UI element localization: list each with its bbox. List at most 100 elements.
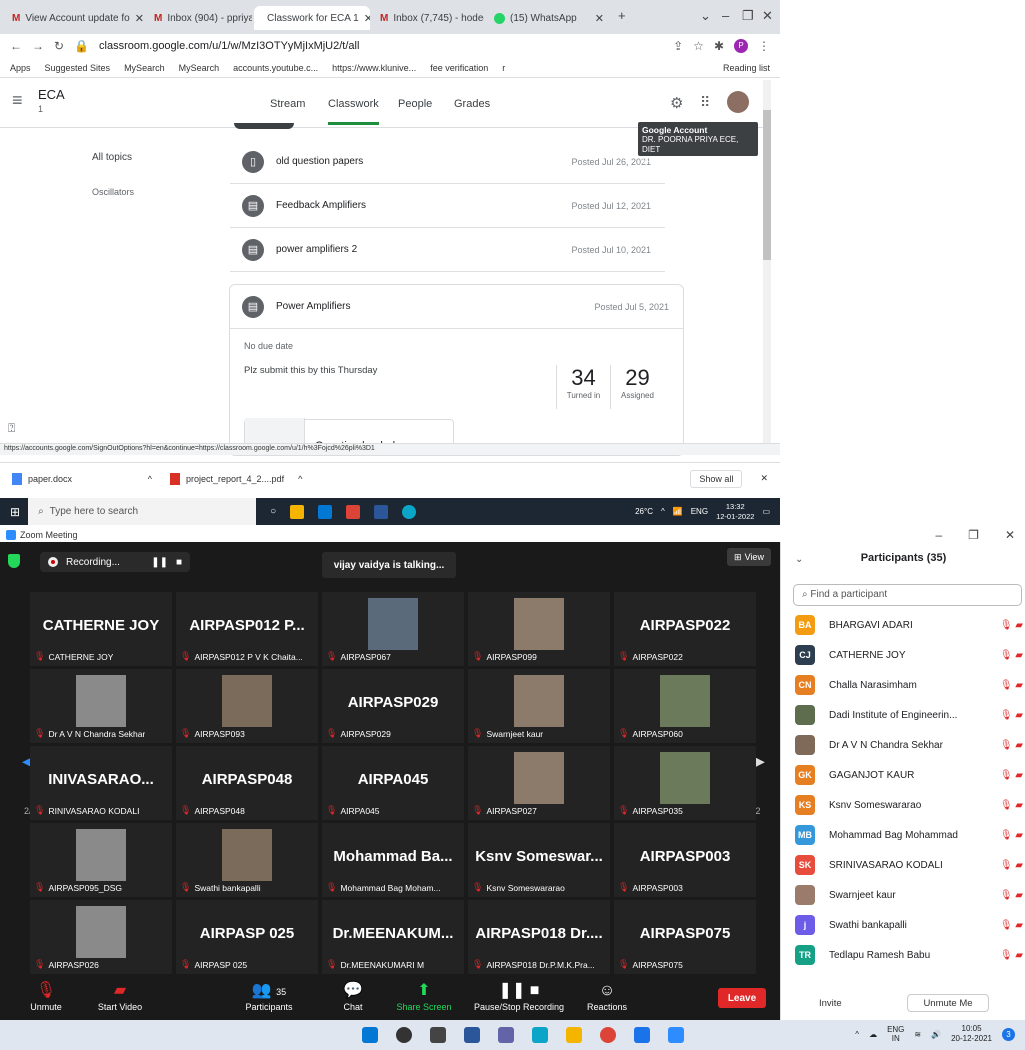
forward-icon[interactable]: → <box>32 39 44 53</box>
video-tile[interactable]: Mohammad Ba... 🎙 Mohammad Bag Moham... <box>322 823 464 897</box>
page-scrollbar[interactable] <box>763 80 771 455</box>
new-tab-icon[interactable]: + <box>618 8 626 23</box>
topic-oscillators[interactable]: Oscillators <box>92 187 134 197</box>
edge-icon[interactable] <box>402 504 417 519</box>
bookmark-mysearch[interactable]: MySearch <box>124 63 165 73</box>
tab-account-update[interactable]: M View Account update fo ✕ <box>4 6 144 30</box>
participant-row[interactable]: TR Tedlapu Ramesh Babu 🎙 ▰ <box>795 940 1023 970</box>
taskbar-search[interactable]: ⌕ Type here to search <box>28 498 257 525</box>
tab-stream[interactable]: Stream <box>270 98 305 110</box>
video-tile[interactable]: AIRPASP018 Dr.... 🎙 AIRPASP018 Dr.P.M.K.Pr… <box>468 900 610 974</box>
unmute-me-button[interactable]: Unmute Me <box>907 994 989 1012</box>
close-tab-icon[interactable]: ✕ <box>364 12 370 25</box>
back-icon[interactable]: ← <box>10 39 22 53</box>
tab-inbox-hodece[interactable]: MInbox (7,745) - hodece@✕ <box>372 6 484 30</box>
file-explorer-icon[interactable] <box>566 1027 582 1043</box>
video-tile[interactable]: AIRPASP075 🎙 AIRPASP075 <box>614 900 756 974</box>
url-text[interactable]: classroom.google.com/u/1/w/MzI3OTYyMjIxM… <box>99 40 359 52</box>
bookmark-apps[interactable]: Apps <box>10 63 31 73</box>
word-icon[interactable] <box>374 504 389 519</box>
teams-chat-icon[interactable] <box>498 1027 514 1043</box>
reading-list[interactable]: Reading list <box>723 63 770 73</box>
video-tile[interactable]: CATHERNE JOY 🎙 CATHERNE JOY <box>30 592 172 666</box>
topic-all[interactable]: All topics <box>92 152 132 163</box>
scrollbar-thumb[interactable] <box>763 110 771 260</box>
google-apps-icon[interactable]: ⠿ <box>700 94 710 111</box>
account-avatar[interactable] <box>727 91 749 113</box>
chrome-icon[interactable] <box>600 1027 616 1043</box>
video-tile[interactable]: AIRPASP022 🎙 AIRPASP022 <box>614 592 756 666</box>
invite-button[interactable]: Invite <box>819 998 842 1009</box>
classwork-item[interactable]: ▯ old question papers Posted Jul 26, 202… <box>230 140 665 184</box>
close-window-icon[interactable]: ✕ <box>762 8 773 24</box>
expanded-assignment-card[interactable]: ▤ Power Amplifiers Posted Jul 5, 2021 No… <box>229 284 684 456</box>
mail-icon[interactable] <box>318 504 333 519</box>
video-tile[interactable]: AIRPASP048 🎙 AIRPASP048 <box>176 746 318 820</box>
tab-whatsapp[interactable]: (15) WhatsApp ✕ <box>486 6 612 30</box>
participant-row[interactable]: CJ CATHERNE JOY 🎙 ▰ <box>795 640 1023 670</box>
participant-row[interactable]: SK SRINIVASARAO KODALI 🎙 ▰ <box>795 850 1023 880</box>
video-tile[interactable]: Dr.MEENAKUM... 🎙 Dr.MEENAKUMARI M <box>322 900 464 974</box>
menu-dots-icon[interactable]: ⋮ <box>758 39 770 53</box>
close-window-icon[interactable]: ✕ <box>1005 528 1015 542</box>
tab-classwork[interactable]: Classwork <box>328 98 379 125</box>
bookmark-mysearch-2[interactable]: MySearch <box>179 63 220 73</box>
participant-row[interactable]: KS Ksnv Someswararao 🎙 ▰ <box>795 790 1023 820</box>
windows-start-icon[interactable] <box>362 1027 378 1043</box>
video-tile[interactable]: AIRPASP029 🎙 AIRPASP029 <box>322 669 464 743</box>
card-header[interactable]: ▤ Power Amplifiers Posted Jul 5, 2021 <box>230 285 683 329</box>
share-icon[interactable]: ⇪ <box>673 39 683 53</box>
tab-people[interactable]: People <box>398 98 432 110</box>
video-tile[interactable]: 🎙 AIRPASP035 <box>614 746 756 820</box>
start-video-button[interactable]: ▰ Start Video <box>90 980 150 1012</box>
participant-row[interactable]: GK GAGANJOT KAUR 🎙 ▰ <box>795 760 1023 790</box>
widgets-icon[interactable] <box>464 1027 480 1043</box>
reload-icon[interactable]: ↻ <box>54 39 64 53</box>
video-tile[interactable]: 🎙 Dr A V N Chandra Sekhar <box>30 669 172 743</box>
view-button[interactable]: ⊞ View <box>727 548 771 566</box>
assigned-stat[interactable]: 29 Assigned <box>610 365 664 409</box>
participant-row[interactable]: Dr A V N Chandra Sekhar 🎙 ▰ <box>795 730 1023 760</box>
share-screen-button[interactable]: ⬆ Share Screen <box>392 980 456 1012</box>
video-tile[interactable]: 🎙 AIRPASP027 <box>468 746 610 820</box>
language-indicator[interactable]: ENG IN <box>887 1025 904 1043</box>
bookmark-fee[interactable]: fee verification <box>430 63 488 73</box>
stop-recording-icon[interactable]: ■ <box>176 557 182 568</box>
pause-recording-icon[interactable]: ❚❚ <box>151 557 168 568</box>
close-downloads-icon[interactable]: ✕ <box>760 473 768 484</box>
download-item-pdf[interactable]: project_report_4_2....pdf ^ <box>170 472 310 485</box>
close-tab-icon[interactable]: ✕ <box>135 12 144 25</box>
star-icon[interactable]: ☆ <box>693 39 704 53</box>
tab-grades[interactable]: Grades <box>454 98 490 110</box>
edge-icon[interactable] <box>532 1027 548 1043</box>
video-tile[interactable]: 🎙 Swathi bankapalli <box>176 823 318 897</box>
windows-start-icon[interactable]: ⊞ <box>10 505 20 519</box>
minimize-icon[interactable]: – <box>935 528 942 542</box>
video-tile[interactable]: 🎙 Swarnjeet kaur <box>468 669 610 743</box>
classwork-item[interactable]: ▤ power amplifiers 2 Posted Jul 10, 2021 <box>230 228 665 272</box>
video-tile[interactable]: 🎙 AIRPASP026 <box>30 900 172 974</box>
classwork-item[interactable]: ▤ Feedback Amplifiers Posted Jul 12, 202… <box>230 184 665 228</box>
tab-search-icon[interactable]: ⌄ <box>700 8 711 24</box>
search-icon[interactable] <box>396 1027 412 1043</box>
help-icon[interactable]: ⍰ <box>8 421 15 436</box>
tab-classwork[interactable]: Classwork for ECA 1 ✕ <box>254 6 370 30</box>
leave-button[interactable]: Leave <box>718 988 766 1008</box>
video-tile[interactable]: AIRPA045 🎙 AIRPA045 <box>322 746 464 820</box>
clock[interactable]: 10:05 20-12-2021 <box>951 1024 992 1044</box>
bookmark-r[interactable]: r <box>502 63 505 73</box>
participant-row[interactable]: j Swathi bankapalli 🎙 ▰ <box>795 910 1023 940</box>
security-shield-icon[interactable] <box>8 554 20 568</box>
notification-badge[interactable]: 3 <box>1002 1027 1015 1041</box>
settings-gear-icon[interactable]: ⚙ <box>670 94 683 112</box>
video-tile[interactable]: AIRPASP 025 🎙 AIRPASP 025 <box>176 900 318 974</box>
show-all-button[interactable]: Show all <box>690 469 743 488</box>
participant-row[interactable]: MB Mohammad Bag Mohammad 🎙 ▰ <box>795 820 1023 850</box>
maximize-icon[interactable]: ❐ <box>968 528 979 542</box>
video-tile[interactable]: AIRPASP003 🎙 AIRPASP003 <box>614 823 756 897</box>
tray-arrow-icon[interactable]: ^ <box>855 1030 859 1039</box>
chrome-icon[interactable] <box>346 504 361 519</box>
app-icon[interactable] <box>634 1027 650 1043</box>
video-tile[interactable]: Ksnv Someswar... 🎙 Ksnv Someswararao <box>468 823 610 897</box>
video-tile[interactable]: 🎙 AIRPASP060 <box>614 669 756 743</box>
